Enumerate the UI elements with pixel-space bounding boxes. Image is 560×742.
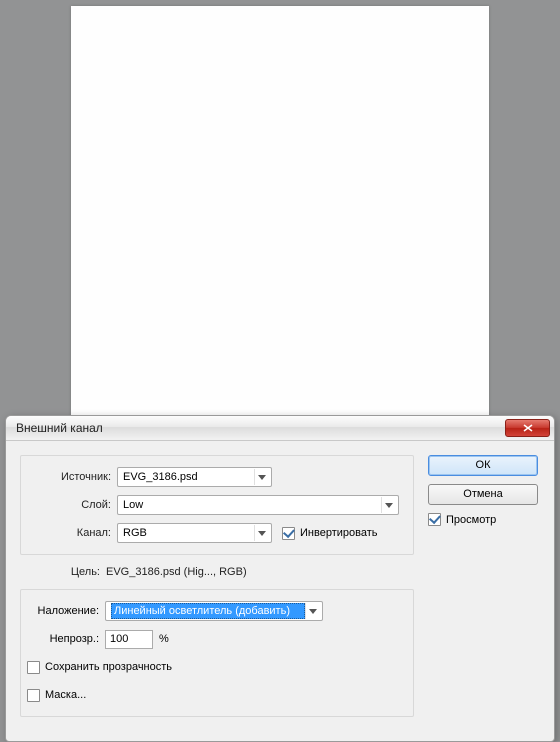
layer-value: Low xyxy=(123,499,381,511)
close-button[interactable] xyxy=(505,419,550,437)
right-panel: ОК Отмена Просмотр xyxy=(428,455,540,723)
mask-checkbox[interactable]: Маска... xyxy=(27,689,86,702)
invert-checkbox[interactable]: Инвертировать xyxy=(282,527,377,540)
checkbox-icon xyxy=(27,689,40,702)
preserve-transparency-checkbox[interactable]: Сохранить прозрачность xyxy=(27,661,172,674)
blending-value: Линейный осветлитель (добавить) xyxy=(111,603,305,619)
blending-label: Наложение: xyxy=(31,605,105,617)
blending-group: Наложение: Линейный осветлитель (добавит… xyxy=(20,589,414,717)
chevron-down-icon xyxy=(254,525,269,541)
opacity-input[interactable]: 100 xyxy=(105,630,153,649)
invert-label: Инвертировать xyxy=(300,527,377,539)
opacity-label: Непрозр.: xyxy=(31,633,105,645)
preview-checkbox[interactable]: Просмотр xyxy=(428,513,540,526)
channel-value: RGB xyxy=(123,527,254,539)
opacity-unit: % xyxy=(153,633,169,645)
chevron-down-icon xyxy=(254,469,269,485)
mask-label: Маска... xyxy=(45,689,86,701)
target-value: EVG_3186.psd (Hig..., RGB) xyxy=(106,566,247,578)
checkbox-icon xyxy=(428,513,441,526)
chevron-down-icon xyxy=(381,497,396,513)
target-label: Цель: xyxy=(20,566,106,578)
channel-label: Канал: xyxy=(31,527,117,539)
left-panel: Источник: EVG_3186.psd Слой: Low Канал: xyxy=(20,455,414,723)
close-icon xyxy=(523,424,533,432)
checkbox-icon xyxy=(282,527,295,540)
cancel-button[interactable]: Отмена xyxy=(428,484,538,505)
source-group: Источник: EVG_3186.psd Слой: Low Канал: xyxy=(20,455,414,555)
blending-combo[interactable]: Линейный осветлитель (добавить) xyxy=(105,601,323,621)
apply-image-dialog: Внешний канал Источник: EVG_3186.psd Сло… xyxy=(5,415,555,742)
preview-label: Просмотр xyxy=(446,514,496,526)
preserve-label: Сохранить прозрачность xyxy=(45,661,172,673)
source-value: EVG_3186.psd xyxy=(123,471,254,483)
dialog-titlebar[interactable]: Внешний канал xyxy=(6,416,554,441)
source-combo[interactable]: EVG_3186.psd xyxy=(117,467,272,487)
layer-label: Слой: xyxy=(31,499,117,511)
dialog-title: Внешний канал xyxy=(16,421,505,435)
dialog-body: Источник: EVG_3186.psd Слой: Low Канал: xyxy=(6,441,554,741)
chevron-down-icon xyxy=(305,603,320,619)
layer-combo[interactable]: Low xyxy=(117,495,399,515)
checkbox-icon xyxy=(27,661,40,674)
source-label: Источник: xyxy=(31,471,117,483)
channel-combo[interactable]: RGB xyxy=(117,523,272,543)
ok-button[interactable]: ОК xyxy=(428,455,538,476)
